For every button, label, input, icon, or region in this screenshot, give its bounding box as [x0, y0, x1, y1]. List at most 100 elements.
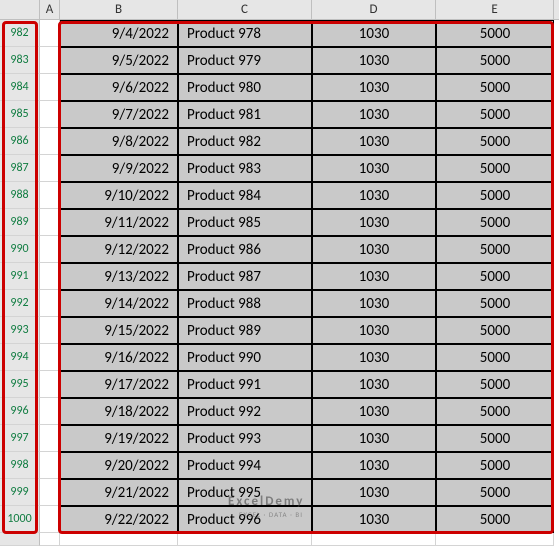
row-header[interactable]: 991: [0, 263, 40, 290]
row-header[interactable]: 989: [0, 209, 40, 236]
row-header[interactable]: 988: [0, 182, 40, 209]
cell-date[interactable]: 9/18/2022: [60, 398, 178, 425]
cell-value2[interactable]: 5000: [436, 74, 554, 101]
cell-A[interactable]: [40, 452, 60, 479]
cell-date[interactable]: 9/14/2022: [60, 290, 178, 317]
cell-product[interactable]: Product 983: [178, 155, 312, 182]
cell-value1[interactable]: 1030: [312, 20, 436, 47]
cell-product[interactable]: Product 996: [178, 506, 312, 533]
cell-value1[interactable]: 1030: [312, 236, 436, 263]
cell-value2[interactable]: 5000: [436, 20, 554, 47]
row-header[interactable]: 984: [0, 74, 40, 101]
cell-value1[interactable]: 1030: [312, 47, 436, 74]
col-header-B[interactable]: B: [60, 0, 178, 19]
cell-E[interactable]: [436, 533, 554, 546]
cell-date[interactable]: 9/4/2022: [60, 20, 178, 47]
cell-value1[interactable]: 1030: [312, 452, 436, 479]
cell-value1[interactable]: 1030: [312, 506, 436, 533]
cell-product[interactable]: Product 981: [178, 101, 312, 128]
cell-value1[interactable]: 1030: [312, 344, 436, 371]
cell-A[interactable]: [40, 182, 60, 209]
cell-value1[interactable]: 1030: [312, 398, 436, 425]
cell-value1[interactable]: 1030: [312, 128, 436, 155]
cell-value2[interactable]: 5000: [436, 506, 554, 533]
cell-A[interactable]: [40, 155, 60, 182]
cell-date[interactable]: 9/19/2022: [60, 425, 178, 452]
cell-value2[interactable]: 5000: [436, 398, 554, 425]
cell-A[interactable]: [40, 47, 60, 74]
select-all-corner[interactable]: [0, 0, 40, 19]
cell-A[interactable]: [40, 128, 60, 155]
cell-date[interactable]: 9/15/2022: [60, 317, 178, 344]
row-header[interactable]: 986: [0, 128, 40, 155]
cell-date[interactable]: 9/22/2022: [60, 506, 178, 533]
row-header[interactable]: 999: [0, 479, 40, 506]
cell-date[interactable]: 9/5/2022: [60, 47, 178, 74]
cell-date[interactable]: 9/6/2022: [60, 74, 178, 101]
cell-A[interactable]: [40, 425, 60, 452]
cell-A[interactable]: [40, 101, 60, 128]
cell-date[interactable]: 9/9/2022: [60, 155, 178, 182]
row-header[interactable]: [0, 533, 40, 546]
cell-product[interactable]: Product 994: [178, 452, 312, 479]
row-header[interactable]: 997: [0, 425, 40, 452]
cell-A[interactable]: [40, 290, 60, 317]
cell-product[interactable]: Product 980: [178, 74, 312, 101]
cell-date[interactable]: 9/13/2022: [60, 263, 178, 290]
cell-B[interactable]: [60, 533, 178, 546]
cell-value2[interactable]: 5000: [436, 425, 554, 452]
row-header[interactable]: 985: [0, 101, 40, 128]
col-header-C[interactable]: C: [178, 0, 312, 19]
cell-date[interactable]: 9/8/2022: [60, 128, 178, 155]
cell-value2[interactable]: 5000: [436, 101, 554, 128]
cell-product[interactable]: Product 987: [178, 263, 312, 290]
cell-value2[interactable]: 5000: [436, 47, 554, 74]
cell-product[interactable]: Product 995: [178, 479, 312, 506]
col-header-E[interactable]: E: [436, 0, 554, 19]
row-header[interactable]: 998: [0, 452, 40, 479]
cell-date[interactable]: 9/10/2022: [60, 182, 178, 209]
cell-value2[interactable]: 5000: [436, 371, 554, 398]
cell-value1[interactable]: 1030: [312, 182, 436, 209]
cell-product[interactable]: Product 985: [178, 209, 312, 236]
cell-value1[interactable]: 1030: [312, 209, 436, 236]
cell-A[interactable]: [40, 533, 60, 546]
row-header[interactable]: 995: [0, 371, 40, 398]
row-header[interactable]: 1000: [0, 506, 40, 533]
cell-value2[interactable]: 5000: [436, 182, 554, 209]
cell-value2[interactable]: 5000: [436, 155, 554, 182]
cell-value2[interactable]: 5000: [436, 128, 554, 155]
cell-value1[interactable]: 1030: [312, 74, 436, 101]
cell-product[interactable]: Product 978: [178, 20, 312, 47]
cell-date[interactable]: 9/20/2022: [60, 452, 178, 479]
cell-D[interactable]: [312, 533, 436, 546]
cell-value2[interactable]: 5000: [436, 452, 554, 479]
cell-value2[interactable]: 5000: [436, 209, 554, 236]
cell-date[interactable]: 9/12/2022: [60, 236, 178, 263]
cell-value1[interactable]: 1030: [312, 290, 436, 317]
cell-product[interactable]: Product 984: [178, 182, 312, 209]
row-header[interactable]: 990: [0, 236, 40, 263]
cell-C[interactable]: [178, 533, 312, 546]
cell-product[interactable]: Product 979: [178, 47, 312, 74]
cell-value1[interactable]: 1030: [312, 263, 436, 290]
row-header[interactable]: 992: [0, 290, 40, 317]
cell-product[interactable]: Product 993: [178, 425, 312, 452]
col-header-A[interactable]: A: [40, 0, 60, 19]
cell-A[interactable]: [40, 236, 60, 263]
cell-value2[interactable]: 5000: [436, 317, 554, 344]
cell-value1[interactable]: 1030: [312, 317, 436, 344]
cell-product[interactable]: Product 992: [178, 398, 312, 425]
cell-value1[interactable]: 1030: [312, 101, 436, 128]
cell-value1[interactable]: 1030: [312, 371, 436, 398]
cell-date[interactable]: 9/7/2022: [60, 101, 178, 128]
cell-A[interactable]: [40, 209, 60, 236]
cell-A[interactable]: [40, 371, 60, 398]
cell-date[interactable]: 9/17/2022: [60, 371, 178, 398]
cell-A[interactable]: [40, 479, 60, 506]
cell-product[interactable]: Product 990: [178, 344, 312, 371]
cell-value2[interactable]: 5000: [436, 236, 554, 263]
cell-value2[interactable]: 5000: [436, 344, 554, 371]
cell-A[interactable]: [40, 398, 60, 425]
cell-product[interactable]: Product 991: [178, 371, 312, 398]
